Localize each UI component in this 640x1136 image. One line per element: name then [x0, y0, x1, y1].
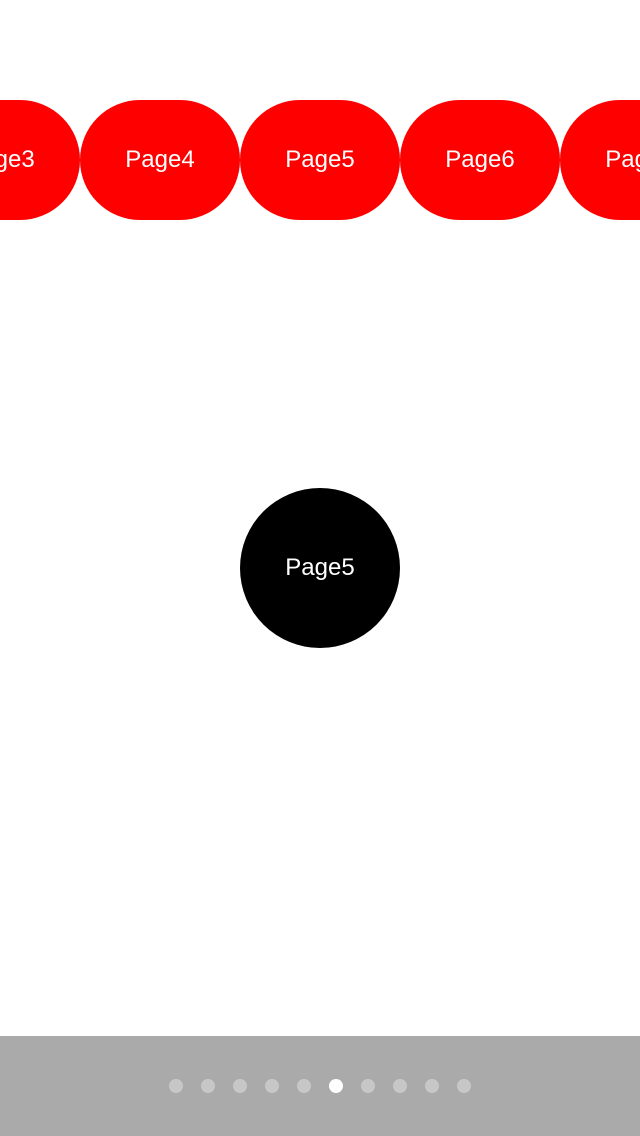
carousel-item-label: Page4 — [125, 146, 195, 173]
carousel-item-label: Page5 — [285, 146, 355, 173]
page-control[interactable] — [0, 1036, 640, 1136]
current-page-indicator: Page5 — [240, 488, 400, 648]
page-dot-6[interactable] — [329, 1079, 343, 1093]
page-dot-5[interactable] — [297, 1079, 311, 1093]
page-dot-1[interactable] — [169, 1079, 183, 1093]
page-dot-8[interactable] — [393, 1079, 407, 1093]
page-carousel[interactable]: Page3 Page4 Page5 Page6 Page7 — [0, 100, 640, 220]
page-dot-3[interactable] — [233, 1079, 247, 1093]
page-dot-2[interactable] — [201, 1079, 215, 1093]
carousel-item-page7[interactable]: Page7 — [560, 100, 640, 220]
carousel-item-label: Page7 — [605, 146, 640, 173]
page-dot-7[interactable] — [361, 1079, 375, 1093]
bottom-bar — [0, 1036, 640, 1136]
page-dot-9[interactable] — [425, 1079, 439, 1093]
carousel-item-page4[interactable]: Page4 — [80, 100, 240, 220]
carousel-item-page5[interactable]: Page5 — [240, 100, 400, 220]
carousel-item-label: Page6 — [445, 146, 515, 173]
page-dot-10[interactable] — [457, 1079, 471, 1093]
carousel-item-page6[interactable]: Page6 — [400, 100, 560, 220]
current-page-label: Page5 — [285, 554, 355, 581]
carousel-item-label: Page3 — [0, 146, 35, 173]
page-dot-4[interactable] — [265, 1079, 279, 1093]
carousel-item-page3[interactable]: Page3 — [0, 100, 80, 220]
